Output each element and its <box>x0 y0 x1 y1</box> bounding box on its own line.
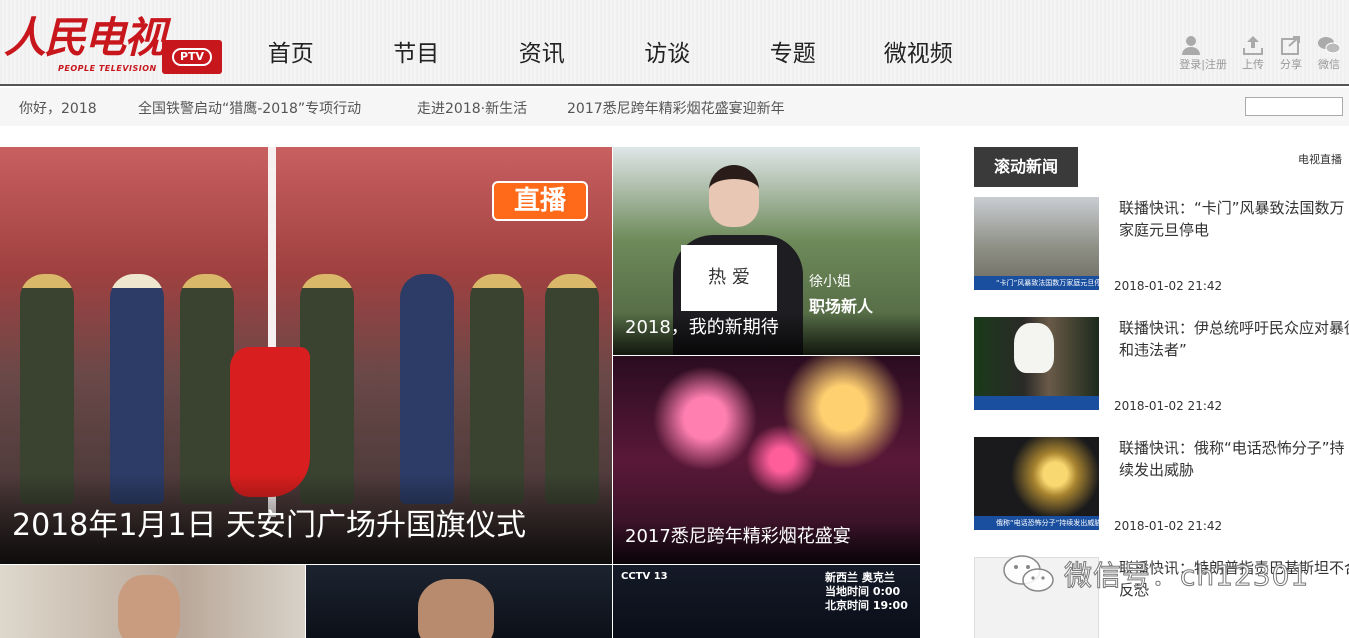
hero-caption: 2018年1月1日 天安门广场升国旗仪式 <box>0 474 612 564</box>
wechat-label: 微信 <box>1318 58 1340 71</box>
subnav-link-hello-2018[interactable]: 你好，2018 <box>19 98 97 118</box>
news-date: 2018-01-02 21:42 <box>1114 519 1223 533</box>
hero-figure <box>180 274 234 504</box>
tile6-overlay-text: 新西兰 奥克兰 当地时间 0:00 北京时间 19:00 <box>825 571 908 612</box>
person-head <box>709 165 759 227</box>
logo-ptv-badge: PTV <box>162 40 222 74</box>
sub-nav: 你好，2018 全国铁警启动“猎鹰-2018”专项行动 走进2018·新生活 2… <box>0 88 1349 126</box>
hero-figure <box>20 274 74 504</box>
news-title: 联播快讯：特朗普指责巴基斯坦不合反恐 <box>1119 559 1349 599</box>
logo-subtitle: PEOPLE TELEVISION <box>58 64 157 73</box>
nav-item-interviews[interactable]: 访谈 <box>605 24 731 86</box>
news-thumb-bar <box>974 396 1099 410</box>
feature-tile-sydney-fireworks[interactable]: 2017悉尼跨年精彩烟花盛宴 <box>613 356 920 564</box>
feature-tile-bottom-2[interactable] <box>306 565 612 638</box>
name-tag: 徐小姐 <box>809 274 851 290</box>
nav-item-programs[interactable]: 节目 <box>354 24 480 86</box>
share-icon <box>1281 36 1300 55</box>
sign-card: 热 爱 <box>681 245 777 311</box>
subnav-link-new-life[interactable]: 走进2018·新生活 <box>417 98 527 118</box>
hero-figure <box>545 274 599 504</box>
news-item[interactable]: 联播快讯：特朗普指责巴基斯坦不合反恐 <box>974 557 1349 638</box>
wechat-button[interactable]: 微信 <box>1317 34 1341 72</box>
upload-icon <box>1243 36 1263 55</box>
news-date: 2018-01-02 21:42 <box>1114 399 1223 413</box>
news-title: 联播快讯：“卡门”风暴致法国数万家庭元旦停电 <box>1119 199 1345 239</box>
feature-tile-bottom-1[interactable] <box>0 565 305 638</box>
feature-tile-new-expectations[interactable]: 热 爱 徐小姐 职场新人 2018，我的新期待 <box>613 147 920 355</box>
nav-item-news[interactable]: 资讯 <box>479 24 605 86</box>
logo-wordmark: 人民电视 <box>4 13 166 62</box>
tv-live-link[interactable]: 电视直播 <box>1298 151 1342 167</box>
feature-tile-bottom-3[interactable]: CCTV 13 新西兰 奥克兰 当地时间 0:00 北京时间 19:00 <box>613 565 920 638</box>
tile2-caption: 2018，我的新期待 <box>613 313 920 355</box>
upload-button[interactable]: 上传 <box>1241 34 1265 72</box>
subnav-link-sydney-fireworks[interactable]: 2017悉尼跨年精彩烟花盛宴迎新年 <box>567 98 785 118</box>
hero-figure <box>110 274 164 504</box>
share-button[interactable]: 分享 <box>1279 34 1303 72</box>
tile3-caption: 2017悉尼跨年精彩烟花盛宴 <box>613 522 920 564</box>
share-label: 分享 <box>1280 58 1302 71</box>
header-tools: 登录|注册 上传 分享 微信 <box>1165 34 1341 72</box>
news-date: 2018-01-02 21:42 <box>1114 279 1223 293</box>
news-thumbnail <box>974 317 1099 410</box>
login-register-button[interactable]: 登录|注册 <box>1179 34 1227 72</box>
nav-item-home[interactable]: 首页 <box>228 24 354 86</box>
news-title: 联播快讯：伊总统呼吁民众应对暴徒和违法者” <box>1119 319 1349 359</box>
cctv-logo: CCTV 13 <box>621 571 668 582</box>
user-icon <box>1182 36 1201 55</box>
person-head <box>418 579 494 638</box>
news-item[interactable]: 俄称“电话恐怖分子”持续发出威胁 联播快讯：俄称“电话恐怖分子”持续发出威胁 2… <box>974 437 1349 537</box>
subnav-link-railway-police[interactable]: 全国铁警启动“猎鹰-2018”专项行动 <box>138 98 361 118</box>
rolling-news-tab[interactable]: 滚动新闻 <box>974 147 1078 187</box>
site-header: 人民电视 PEOPLE TELEVISION PTV 首页 节目 资讯 访谈 专… <box>0 0 1349 86</box>
nav-item-micro-video[interactable]: 微视频 <box>856 24 982 86</box>
nav-item-topics[interactable]: 专题 <box>730 24 856 86</box>
person-head <box>1014 323 1054 373</box>
person-head <box>118 575 180 638</box>
news-thumbnail: 俄称“电话恐怖分子”持续发出威胁 <box>974 437 1099 530</box>
feature-hero[interactable]: 直播 2018年1月1日 天安门广场升国旗仪式 <box>0 147 612 564</box>
news-thumbnail: “卡门”风暴致法国数万家庭元旦停电 <box>974 197 1099 290</box>
hero-figure <box>470 274 524 504</box>
news-item[interactable]: “卡门”风暴致法国数万家庭元旦停电 联播快讯：“卡门”风暴致法国数万家庭元旦停电… <box>974 197 1349 297</box>
wechat-icon <box>1318 37 1341 54</box>
news-thumb-bar: 俄称“电话恐怖分子”持续发出威胁 <box>974 516 1099 530</box>
news-thumb-bar: “卡门”风暴致法国数万家庭元旦停电 <box>974 276 1099 290</box>
live-badge: 直播 <box>492 181 588 221</box>
news-title: 联播快讯：俄称“电话恐怖分子”持续发出威胁 <box>1119 439 1345 479</box>
main-nav: 首页 节目 资讯 访谈 专题 微视频 <box>228 26 981 86</box>
upload-label: 上传 <box>1242 58 1264 71</box>
login-register-label: 登录|注册 <box>1179 58 1227 71</box>
site-logo[interactable]: 人民电视 PEOPLE TELEVISION PTV <box>0 8 230 80</box>
hero-figure <box>400 274 454 504</box>
search-input[interactable] <box>1245 97 1343 116</box>
news-item[interactable]: 联播快讯：伊总统呼吁民众应对暴徒和违法者” 2018-01-02 21:42 <box>974 317 1349 417</box>
news-thumbnail <box>974 557 1099 638</box>
